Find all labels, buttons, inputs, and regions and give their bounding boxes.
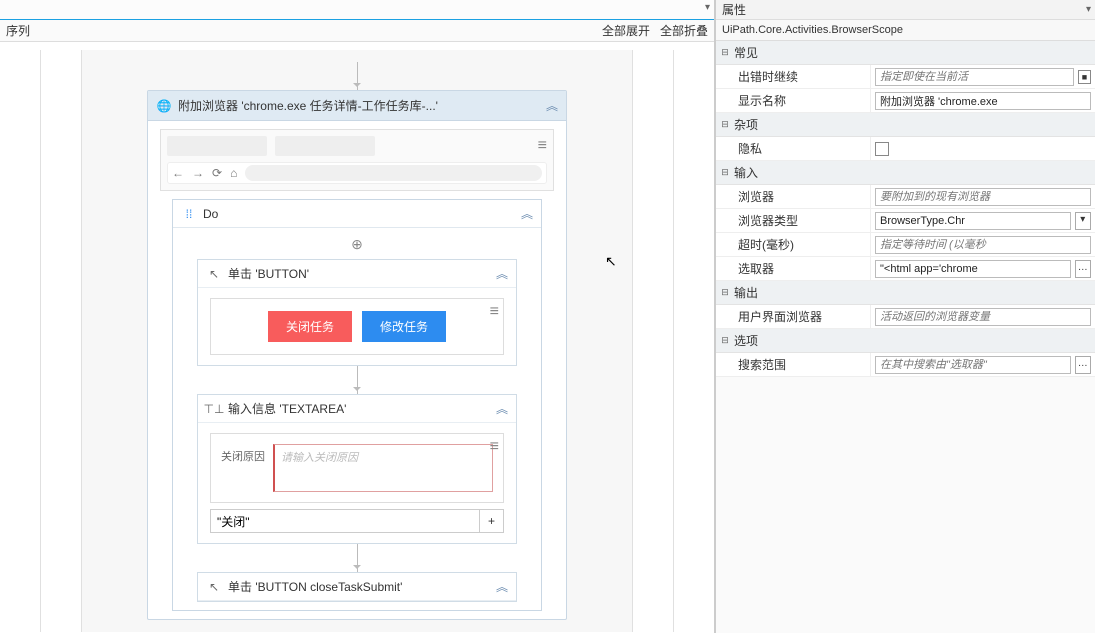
sequence-icon: ⁞⁞ <box>181 206 197 222</box>
expand-expression-button[interactable]: + <box>480 509 504 533</box>
collapse-icon[interactable]: ︽ <box>496 265 508 282</box>
collapse-icon[interactable]: ︽ <box>496 578 508 595</box>
type-into-activity[interactable]: ⊤⊥ 输入信息 'TEXTAREA' ︽ ≡ 关闭原因 <box>197 394 517 544</box>
type-value-input[interactable] <box>210 509 480 533</box>
prop-continue-on-error: 出错时继续 <box>716 65 1095 89</box>
click-submit-title: 单击 'BUTTON closeTaskSubmit' <box>228 578 490 595</box>
url-bar-preview <box>245 165 542 181</box>
continue-on-error-input[interactable] <box>875 68 1074 86</box>
minus-icon: ⊟ <box>720 335 730 346</box>
category-misc[interactable]: ⊟ 杂项 <box>716 113 1095 137</box>
category-input[interactable]: ⊟ 输入 <box>716 161 1095 185</box>
edit-task-button[interactable]: 修改任务 <box>362 311 446 342</box>
left-top-bar: ▾ <box>0 0 714 20</box>
private-checkbox[interactable] <box>875 142 889 156</box>
properties-header: 属性 ▾ <box>716 0 1095 20</box>
do-title: Do <box>203 207 515 221</box>
attach-browser-activity[interactable]: 🌐 附加浏览器 'chrome.exe 任务详情-工作任务库-...' ︽ ≡ <box>147 90 567 620</box>
home-icon[interactable]: ⌂ <box>230 166 237 180</box>
collapse-all-link[interactable]: 全部折叠 <box>660 22 708 39</box>
category-options[interactable]: ⊟ 选项 <box>716 329 1095 353</box>
properties-title: 属性 <box>722 1 746 18</box>
type-into-title: 输入信息 'TEXTAREA' <box>228 400 490 417</box>
prop-selector: 选取器 … <box>716 257 1095 281</box>
ui-browser-input[interactable] <box>875 308 1091 326</box>
browser-input[interactable] <box>875 188 1091 206</box>
minus-icon: ⊟ <box>720 47 730 58</box>
forward-icon[interactable]: → <box>192 166 204 180</box>
prop-private: 隐私 <box>716 137 1095 161</box>
category-output[interactable]: ⊟ 输出 <box>716 281 1095 305</box>
reload-icon[interactable]: ⟳ <box>212 166 222 180</box>
continue-on-error-checkbox[interactable] <box>1078 70 1091 84</box>
add-activity-button[interactable]: ⊕ <box>187 236 527 253</box>
close-task-button[interactable]: 关闭任务 <box>268 311 352 342</box>
collapse-icon[interactable]: ︽ <box>546 97 558 114</box>
prop-ui-browser: 用户界面浏览器 <box>716 305 1095 329</box>
expand-all-link[interactable]: 全部展开 <box>602 22 650 39</box>
do-container[interactable]: ⁞⁞ Do ︽ ⊕ ↖ <box>172 199 542 611</box>
search-scope-input[interactable] <box>875 356 1071 374</box>
category-common[interactable]: ⊟ 常见 <box>716 41 1095 65</box>
workflow-canvas[interactable]: 🌐 附加浏览器 'chrome.exe 任务详情-工作任务库-...' ︽ ≡ <box>0 42 714 633</box>
click-button-activity[interactable]: ↖ 单击 'BUTTON' ︽ ≡ 关闭任务 <box>197 259 517 366</box>
collapse-icon[interactable]: ︽ <box>496 400 508 417</box>
type-icon: ⊤⊥ <box>206 401 222 417</box>
browser-preview: ≡ ← → ⟳ ⌂ <box>160 129 554 191</box>
target-preview: ≡ 关闭任务 修改任务 <box>210 298 504 355</box>
ellipsis-button[interactable]: … <box>1075 356 1091 374</box>
prop-display-name: 显示名称 <box>716 89 1095 113</box>
connector-line <box>357 366 358 394</box>
collapse-icon[interactable]: ︽ <box>521 205 533 222</box>
textarea-field-preview: 请输入关闭原因 <box>273 444 493 492</box>
browser-type-select[interactable] <box>875 212 1071 230</box>
minus-icon: ⊟ <box>720 287 730 298</box>
cursor-icon: ↖ <box>206 266 222 282</box>
pin-icon[interactable]: ▾ <box>1086 4 1091 15</box>
target-preview: ≡ 关闭原因 请输入关闭原因 <box>210 433 504 503</box>
prop-browser: 浏览器 <box>716 185 1095 209</box>
back-icon[interactable]: ← <box>172 166 184 180</box>
timeout-input[interactable] <box>875 236 1091 254</box>
activity-type-label: UiPath.Core.Activities.BrowserScope <box>716 20 1095 41</box>
prop-timeout: 超时(毫秒) <box>716 233 1095 257</box>
designer-title: 序列 <box>6 22 30 39</box>
attach-browser-title: 附加浏览器 'chrome.exe 任务详情-工作任务库-...' <box>178 97 540 114</box>
connector-line <box>357 62 358 90</box>
globe-icon: 🌐 <box>156 98 172 114</box>
hamburger-icon[interactable]: ≡ <box>490 303 499 321</box>
browser-tab-preview <box>167 136 267 156</box>
connector-line <box>357 544 358 572</box>
browser-tab-preview <box>275 136 375 156</box>
selector-input[interactable] <box>875 260 1071 278</box>
dropdown-button[interactable]: ▾ <box>1075 212 1091 230</box>
properties-grid: ⊟ 常见 出错时继续 显示名称 ⊟ 杂项 隐私 <box>716 41 1095 633</box>
ellipsis-button[interactable]: … <box>1075 260 1091 278</box>
prop-browser-type: 浏览器类型 ▾ <box>716 209 1095 233</box>
click-button-title: 单击 'BUTTON' <box>228 265 490 282</box>
display-name-input[interactable] <box>875 92 1091 110</box>
dropdown-icon[interactable]: ▾ <box>705 2 710 13</box>
click-submit-activity[interactable]: ↖ 单击 'BUTTON closeTaskSubmit' ︽ <box>197 572 517 602</box>
cursor-icon: ↖ <box>206 579 222 595</box>
minus-icon: ⊟ <box>720 119 730 130</box>
prop-search-scope: 搜索范围 … <box>716 353 1095 377</box>
hamburger-icon[interactable]: ≡ <box>490 438 499 456</box>
hamburger-icon[interactable]: ≡ <box>538 137 547 155</box>
minus-icon: ⊟ <box>720 167 730 178</box>
textarea-label: 关闭原因 <box>221 444 265 492</box>
designer-header: 序列 全部展开 全部折叠 <box>0 20 714 42</box>
